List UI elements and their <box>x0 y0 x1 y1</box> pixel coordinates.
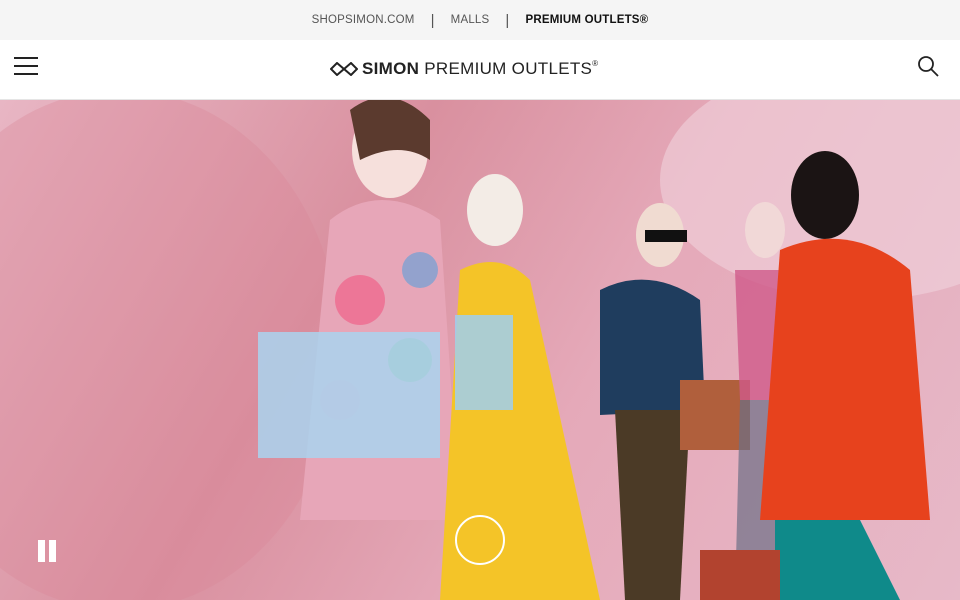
circle-play-icon[interactable] <box>455 515 505 565</box>
logo-text: SIMON PREMIUM OUTLETS® <box>362 59 599 78</box>
search-icon[interactable] <box>916 54 940 78</box>
hamburger-menu-icon[interactable] <box>14 57 40 77</box>
simon-logo-mark-icon <box>330 62 358 76</box>
nav-link-premium-outlets[interactable]: PREMIUM OUTLETS® <box>510 14 665 26</box>
simon-premium-outlets-logo[interactable]: SIMON PREMIUM OUTLETS® <box>330 58 630 80</box>
site-header: SIMON PREMIUM OUTLETS® <box>0 40 960 100</box>
hero-banner <box>0 100 960 600</box>
nav-link-shopsimon[interactable]: SHOPSIMON.COM <box>296 14 431 26</box>
nav-link-malls[interactable]: MALLS <box>435 14 506 26</box>
utility-nav: SHOPSIMON.COM | MALLS | PREMIUM OUTLETS® <box>0 0 960 40</box>
pause-icon[interactable] <box>36 540 60 566</box>
